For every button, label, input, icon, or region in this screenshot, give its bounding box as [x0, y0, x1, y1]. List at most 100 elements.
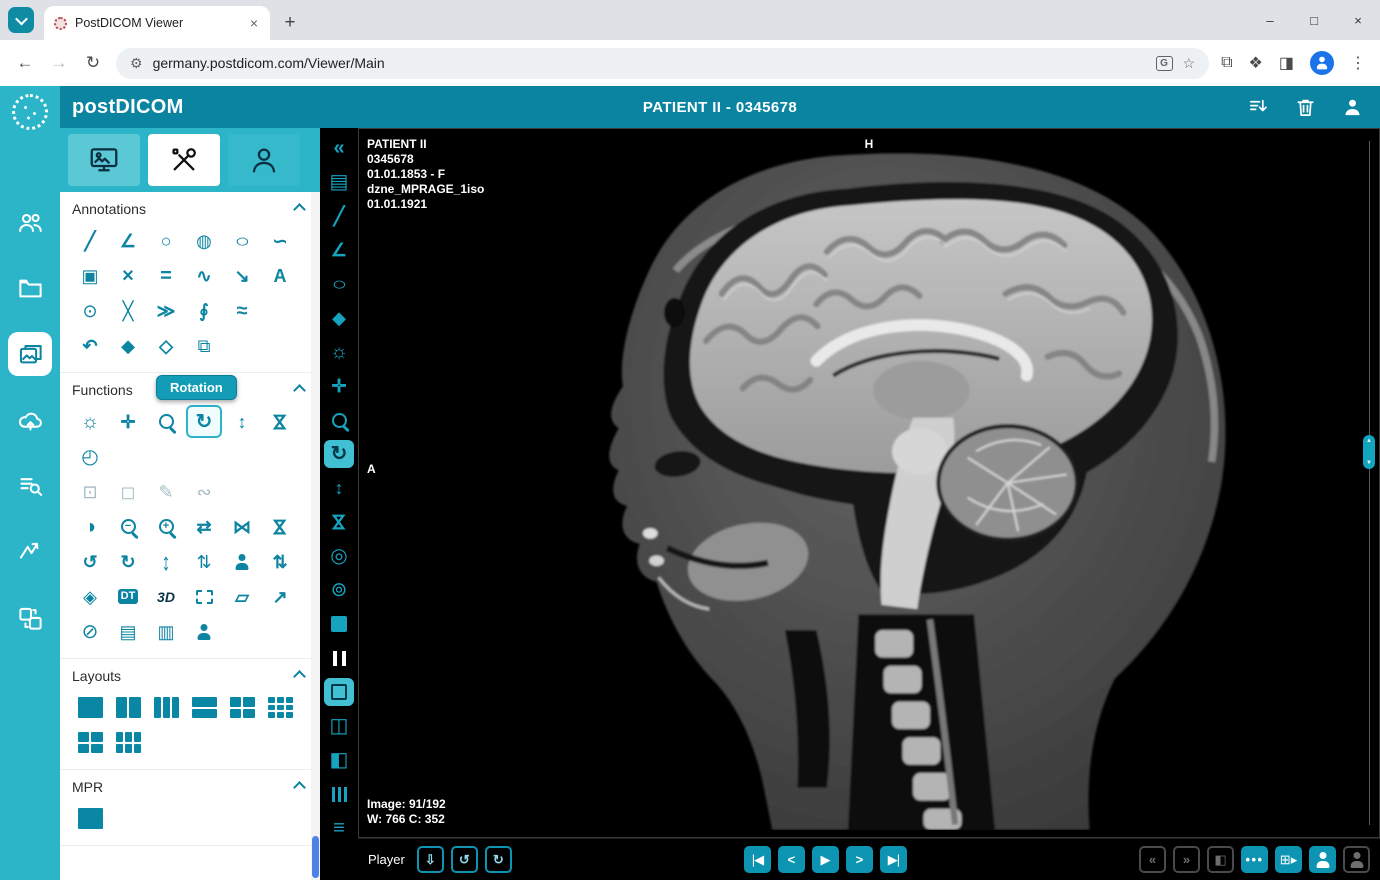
threed-tool[interactable]: 3D [148, 580, 184, 613]
maximize-button[interactable]: □ [1292, 13, 1336, 28]
url-text[interactable]: germany.postdicom.com/Viewer/Main [153, 55, 1146, 71]
pan-tool[interactable]: ✛ [110, 405, 146, 438]
sidebar-item-share[interactable] [8, 530, 52, 574]
ellipse-tool[interactable]: ○ [224, 224, 260, 257]
sort-vertical-tool[interactable]: ⇅ [262, 545, 298, 578]
minimize-button[interactable]: – [1248, 13, 1292, 28]
zoom-in-tool[interactable]: + [148, 510, 184, 543]
point-tool[interactable]: ⊙ [72, 294, 108, 327]
target-rotate-tool[interactable]: ◎ [324, 542, 354, 570]
image-user-tool[interactable]: ▥ [148, 615, 184, 648]
flip-v-tool[interactable]: ⋈ [262, 405, 298, 438]
freehand-tool[interactable]: ∽ [262, 224, 298, 257]
layout-2x2-tool[interactable] [224, 691, 260, 724]
sidebar-item-folders[interactable] [8, 266, 52, 310]
tab-display-settings[interactable] [68, 134, 140, 186]
tab-search-button[interactable] [8, 7, 34, 33]
flip-tri-h-tool[interactable]: ⋈ [224, 510, 260, 543]
more-tools-button[interactable]: ••• [1241, 846, 1269, 873]
panel-scroll-thumb[interactable] [312, 836, 319, 878]
refresh-icon[interactable]: ↻ [82, 53, 104, 73]
wl-region-tool[interactable]: ⊡ [72, 475, 108, 508]
omnibox[interactable]: ⚙ germany.postdicom.com/Viewer/Main G ☆ [116, 47, 1210, 79]
magnifier-tool[interactable] [148, 405, 184, 438]
layout-1x2-tool[interactable] [110, 691, 146, 724]
free-rotate-tool[interactable]: ◴ [72, 440, 108, 473]
extensions-icon[interactable]: ❖ [1249, 53, 1263, 73]
sidebar-item-upload[interactable] [8, 398, 52, 442]
copy-annotation-tool[interactable]: ⧉ [186, 329, 222, 362]
undo-tool[interactable]: ↶ [72, 329, 108, 362]
mpr-view-tool[interactable] [72, 802, 108, 835]
collapse-v-tool[interactable]: ⇅ [186, 545, 222, 578]
spline-tool[interactable]: ≫ [148, 294, 184, 327]
close-button[interactable]: × [1336, 13, 1380, 28]
series-user-button[interactable] [1309, 846, 1337, 873]
tab-close-icon[interactable]: × [248, 15, 260, 31]
cobb-angle-tool[interactable]: ╳ [110, 294, 146, 327]
rotate-ccw-tool[interactable]: ↺ [72, 545, 108, 578]
layout-1x3-tool[interactable] [148, 691, 184, 724]
site-settings-icon[interactable]: ⚙ [130, 55, 143, 72]
stretch-v-tool[interactable]: ↕ [324, 474, 354, 502]
dashed-box-tool[interactable] [186, 580, 222, 613]
measure-persp-tool[interactable]: ↗ [262, 580, 298, 613]
angle-tool[interactable]: ∠ [110, 224, 146, 257]
zoom-out-tool[interactable]: − [110, 510, 146, 543]
layout-2x3-tool[interactable] [110, 726, 146, 759]
report-tool[interactable]: ▤ [324, 168, 354, 196]
skew-box-tool[interactable]: ▱ [224, 580, 260, 613]
bookmark-star-icon[interactable]: ☆ [1183, 55, 1196, 72]
sidebar-item-transfer[interactable] [8, 596, 52, 640]
layouts-header[interactable]: Layouts [72, 661, 308, 691]
last-image-button[interactable]: ▶| [879, 846, 907, 873]
browser-menu-icon[interactable]: ⋮ [1350, 53, 1366, 73]
wave-tool[interactable]: ≈ [224, 294, 260, 327]
sidebar-item-patients[interactable] [8, 200, 52, 244]
rotation-tool[interactable]: ↻ [186, 405, 222, 438]
panel-scrollbar[interactable] [311, 192, 320, 880]
rect-roi-tool[interactable]: ▣ [72, 259, 108, 292]
layout-2x2-alt-tool[interactable] [72, 726, 108, 759]
tag-tool[interactable]: ◈ [72, 580, 108, 613]
flip-tri-v-tool[interactable]: ⋈ [262, 510, 298, 543]
text-tool[interactable]: A [262, 259, 298, 292]
sort-download-icon[interactable] [1247, 96, 1270, 119]
arrow-tool[interactable]: ↘ [224, 259, 260, 292]
play-button[interactable]: ▶ [811, 846, 839, 873]
next-image-button[interactable]: > [845, 846, 873, 873]
person-height-tool[interactable] [224, 545, 260, 578]
user-question-tool[interactable] [186, 615, 222, 648]
grid-2-tool[interactable]: ◫ [324, 712, 354, 740]
image-export-tool[interactable]: ▤ [110, 615, 146, 648]
tab-tools[interactable] [148, 134, 220, 186]
rotate-cw-tool[interactable]: ↻ [110, 545, 146, 578]
picture-in-picture-icon[interactable]: ⧉ [1221, 54, 1232, 72]
invert-tool[interactable]: ◑ [72, 510, 108, 543]
browser-tab[interactable]: PostDICOM Viewer × [44, 6, 270, 40]
image-scroll-thumb[interactable]: ▲ ▼ [1363, 435, 1375, 470]
freehand-roi-tool[interactable]: ∾ [186, 475, 222, 508]
translate-icon[interactable]: G [1155, 55, 1173, 71]
add-user-button[interactable] [1343, 846, 1371, 873]
closed-curve-tool[interactable]: ∮ [186, 294, 222, 327]
eraser-tool[interactable]: ◆ [110, 329, 146, 362]
pan-tool[interactable]: ✛ [324, 372, 354, 400]
functions-header[interactable]: Functions [72, 375, 308, 405]
eraser-tool[interactable]: ◆ [324, 304, 354, 332]
ellipse-tool[interactable]: ○ [324, 270, 354, 298]
parallel-lines-tool[interactable]: = [148, 259, 184, 292]
forward-icon[interactable]: → [48, 53, 70, 73]
stripes-v-tool[interactable] [324, 780, 354, 808]
dock-left-button[interactable]: ◧ [1207, 846, 1235, 873]
magic-select-tool[interactable]: ◻ [110, 475, 146, 508]
ruler-tool[interactable]: ╱ [324, 202, 354, 230]
polyline-tool[interactable]: ∿ [186, 259, 222, 292]
layout-1x1-tool[interactable] [72, 691, 108, 724]
tab-patient-info[interactable] [228, 134, 300, 186]
back-icon[interactable]: ← [14, 53, 36, 73]
flip-v-tool[interactable]: ⋈ [324, 508, 354, 536]
image-disable-tool[interactable]: ⊘ [72, 615, 108, 648]
profile-avatar[interactable] [1310, 51, 1334, 75]
pause-tool[interactable] [324, 644, 354, 672]
